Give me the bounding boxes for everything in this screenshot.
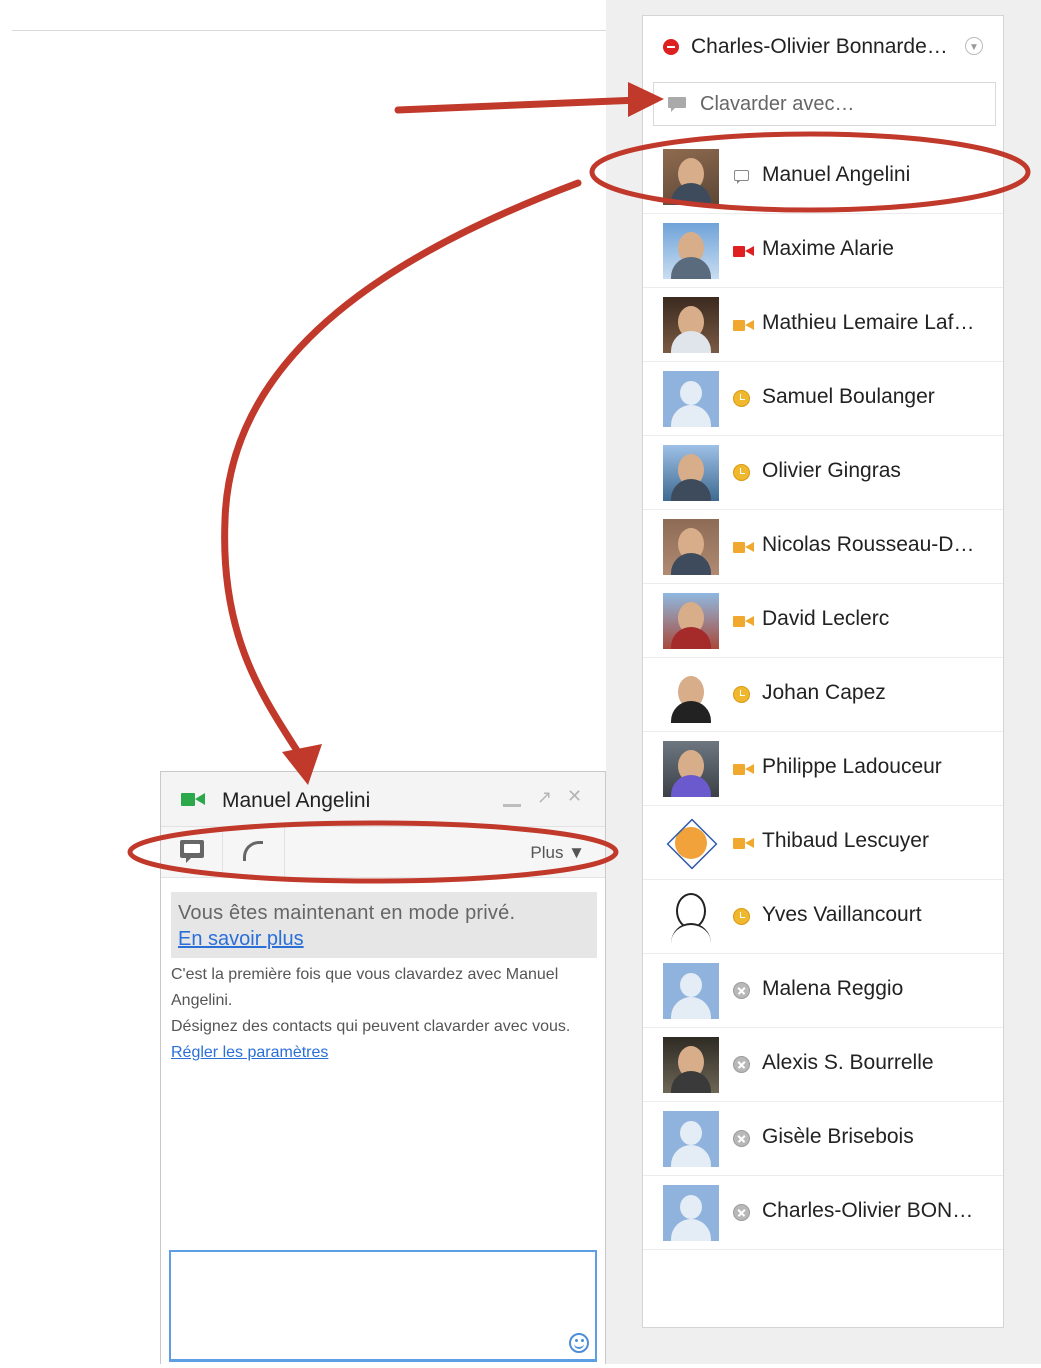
first-chat-info: C'est la première fois que vous clavarde… (171, 962, 601, 1066)
first-chat-text: C'est la première fois que vous clavarde… (171, 966, 559, 1009)
avatar (663, 815, 719, 871)
privacy-notice: Vous êtes maintenant en mode privé. En s… (171, 892, 597, 958)
avatar (663, 519, 719, 575)
contact-name: Mathieu Lemaire Laf… (762, 311, 975, 334)
contact-name: Olivier Gingras (762, 459, 901, 482)
contact-name: Charles-Olivier BON… (762, 1199, 974, 1222)
default-avatar (663, 371, 719, 427)
contact-item[interactable]: Mathieu Lemaire Laf… (643, 288, 1003, 362)
annotation-curved-arrow (221, 179, 582, 785)
offline-status-icon (733, 1130, 750, 1147)
avatar (663, 445, 719, 501)
learn-more-link[interactable]: En savoir plus (178, 928, 304, 951)
default-avatar (663, 963, 719, 1019)
idle-status-icon (733, 390, 750, 407)
contact-name: Alexis S. Bourrelle (762, 1051, 934, 1074)
contact-name: Malena Reggio (762, 977, 904, 1000)
chat-with-search[interactable] (653, 82, 996, 126)
contact-item[interactable]: David Leclerc (643, 584, 1003, 658)
avatar (663, 149, 719, 205)
popout-icon[interactable]: ↗ (537, 787, 552, 808)
contact-name: Johan Capez (762, 681, 886, 704)
contact-item[interactable]: Charles-Olivier BON… (643, 1176, 1003, 1250)
phone-icon (243, 841, 263, 861)
chat-box-icon (180, 840, 204, 863)
idle-status-icon (733, 908, 750, 925)
emoticon-icon[interactable] (569, 1333, 589, 1353)
call-button[interactable] (223, 827, 285, 877)
offline-status-icon (733, 1056, 750, 1073)
chat-roster-panel: Charles-Olivier Bonnarde… ▼ Manuel Angel… (642, 15, 1004, 1328)
close-icon[interactable]: ✕ (567, 786, 582, 807)
avatar (663, 667, 719, 723)
video-camera-icon (181, 792, 207, 808)
avatar (663, 297, 719, 353)
my-name: Charles-Olivier Bonnarde… (691, 35, 948, 58)
chat-window: Manuel Angelini ↗ ✕ Plus ▼ Vous êtes mai… (160, 771, 606, 1364)
contact-name: Philippe Ladouceur (762, 755, 942, 778)
busy-status-icon (663, 39, 679, 55)
chat-window-titlebar[interactable]: Manuel Angelini ↗ ✕ (161, 772, 605, 827)
contact-name: Nicolas Rousseau-D… (762, 533, 975, 556)
status-menu-chevron-icon[interactable]: ▼ (965, 37, 983, 55)
contact-item[interactable]: Malena Reggio (643, 954, 1003, 1028)
avatar (663, 223, 719, 279)
contact-item[interactable]: Manuel Angelini (643, 140, 1003, 214)
video-status-icon (733, 316, 754, 334)
contact-name: Gisèle Brisebois (762, 1125, 914, 1148)
contact-item[interactable]: Alexis S. Bourrelle (643, 1028, 1003, 1102)
contact-name: Samuel Boulanger (762, 385, 935, 408)
chat-status-icon (734, 170, 749, 184)
contact-item[interactable]: Nicolas Rousseau-D… (643, 510, 1003, 584)
default-avatar (663, 1111, 719, 1167)
minimize-button[interactable] (503, 792, 521, 807)
video-status-icon (733, 760, 754, 778)
chat-bubble-icon (668, 97, 686, 112)
default-avatar (663, 1185, 719, 1241)
chat-window-title: Manuel Angelini (222, 789, 371, 812)
chat-with-input[interactable] (698, 91, 972, 117)
my-status-bar[interactable]: Charles-Olivier Bonnarde… ▼ (663, 34, 995, 60)
contact-name: David Leclerc (762, 607, 890, 630)
contact-name: Maxime Alarie (762, 237, 894, 260)
contact-item[interactable]: Philippe Ladouceur (643, 732, 1003, 806)
contact-item[interactable]: Samuel Boulanger (643, 362, 1003, 436)
avatar (663, 741, 719, 797)
video-status-icon (733, 538, 754, 556)
contact-item[interactable]: Olivier Gingras (643, 436, 1003, 510)
contact-list: Manuel Angelini Maxime Alarie Mathieu Le… (643, 140, 1003, 1250)
contact-item[interactable]: Gisèle Brisebois (643, 1102, 1003, 1176)
contact-item[interactable]: Maxime Alarie (643, 214, 1003, 288)
avatar (663, 1037, 719, 1093)
offline-status-icon (733, 982, 750, 999)
video-busy-status-icon (733, 242, 754, 260)
avatar (663, 889, 719, 945)
idle-status-icon (733, 686, 750, 703)
idle-status-icon (733, 464, 750, 481)
privacy-text: Vous êtes maintenant en mode privé. (178, 902, 516, 924)
message-input[interactable] (171, 1252, 599, 1363)
more-dropdown[interactable]: Plus ▼ (530, 843, 585, 863)
contact-name: Yves Vaillancourt (762, 903, 922, 926)
offline-status-icon (733, 1204, 750, 1221)
contact-name: Manuel Angelini (762, 163, 911, 186)
chat-mode-button[interactable] (161, 827, 223, 877)
message-compose-box[interactable] (169, 1250, 599, 1363)
video-status-icon (733, 612, 754, 630)
top-divider (12, 30, 606, 31)
designate-contacts-text: Désignez des contacts qui peuvent clavar… (171, 1018, 571, 1035)
avatar (663, 593, 719, 649)
settings-link[interactable]: Régler les paramètres (171, 1044, 328, 1061)
chat-toolbar: Plus ▼ (161, 827, 605, 878)
contact-item[interactable]: Yves Vaillancourt (643, 880, 1003, 954)
contact-item[interactable]: Johan Capez (643, 658, 1003, 732)
video-status-icon (733, 834, 754, 852)
contact-item[interactable]: Thibaud Lescuyer (643, 806, 1003, 880)
contact-name: Thibaud Lescuyer (762, 829, 929, 852)
